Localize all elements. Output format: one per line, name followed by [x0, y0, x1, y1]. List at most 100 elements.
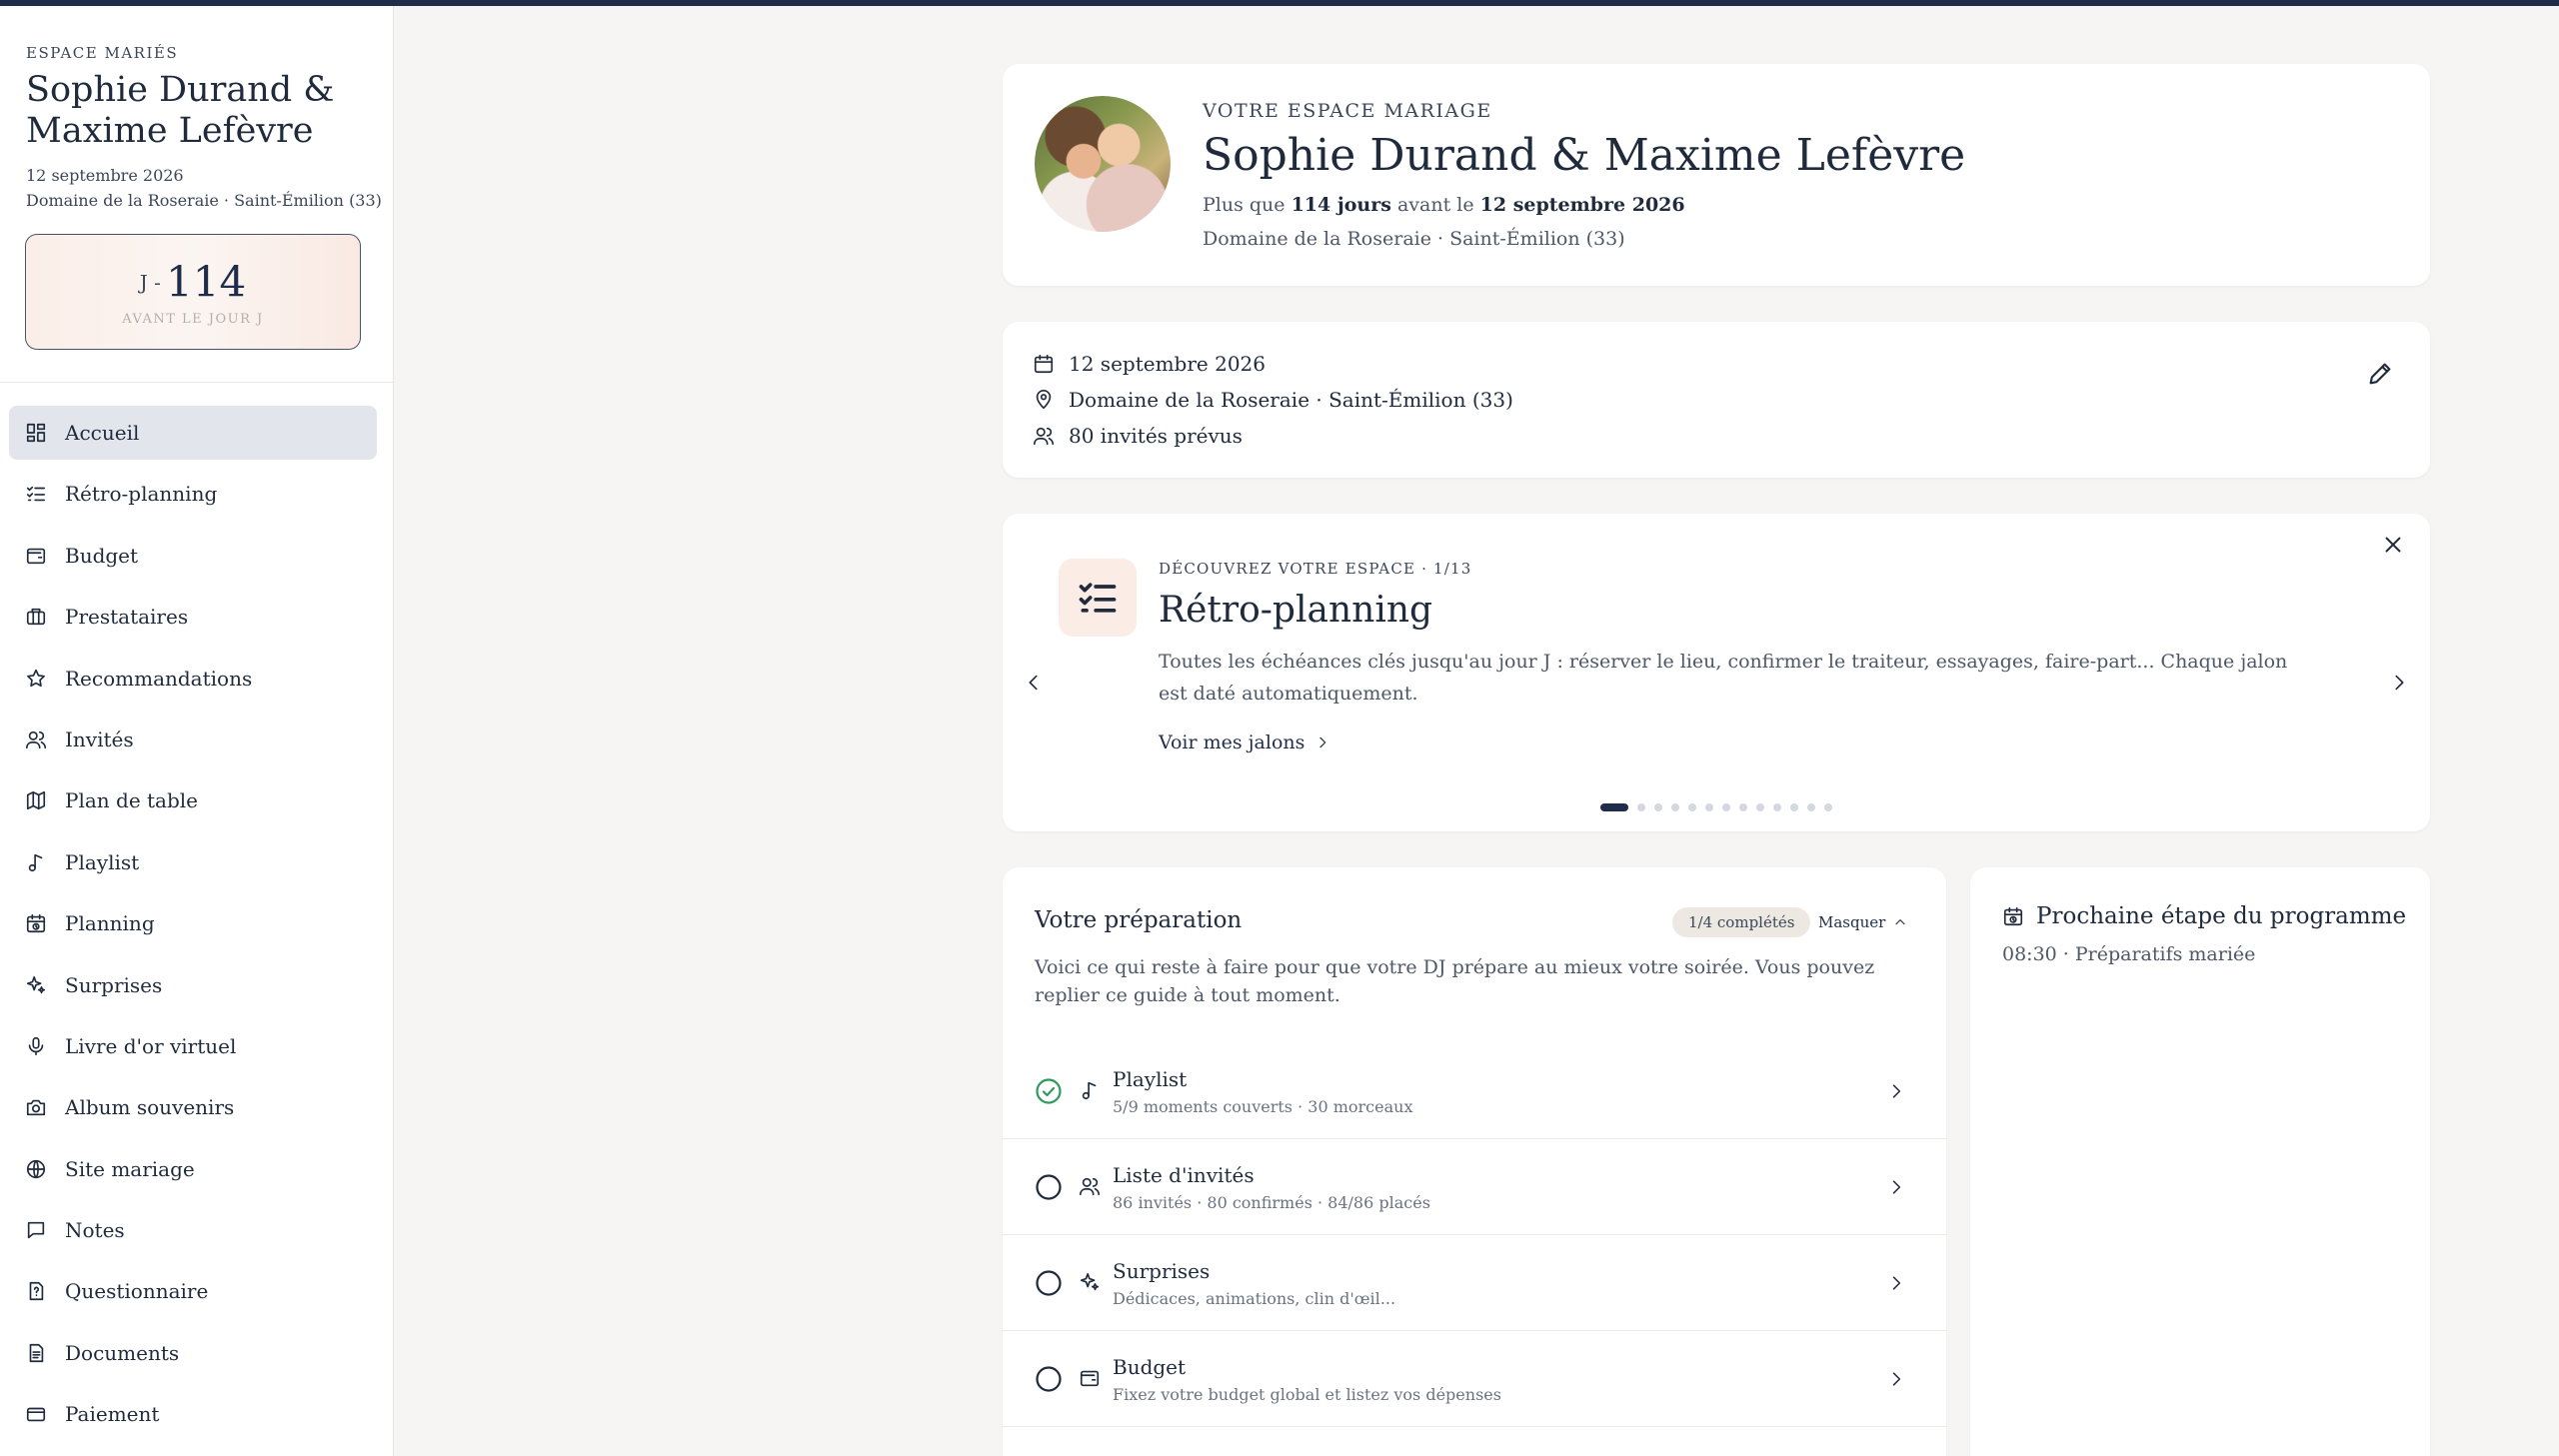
carousel-dot[interactable]: [1739, 803, 1747, 811]
countdown-card: J - 114 AVANT LE JOUR J: [25, 234, 361, 350]
carousel-dot[interactable]: [1654, 803, 1662, 811]
credit-card-icon: [26, 1407, 46, 1422]
hero-kicker: VOTRE ESPACE MARIAGE: [1203, 100, 1492, 122]
carousel-dot[interactable]: [1790, 803, 1798, 811]
carousel-dot[interactable]: [1722, 803, 1730, 811]
empty-circle-icon: [1036, 1174, 1062, 1200]
sidebar-item-label: Site mariage: [65, 1156, 195, 1181]
sidebar-item-questionnaire[interactable]: Questionnaire: [9, 1264, 377, 1318]
carousel-dot[interactable]: [1600, 803, 1628, 811]
checklist-icon: [26, 487, 46, 502]
close-icon[interactable]: [2380, 532, 2406, 558]
sidebar-item-invites[interactable]: Invités: [9, 713, 377, 766]
music-note-icon: [1082, 1081, 1097, 1100]
globe-icon: [26, 1159, 46, 1178]
sidebar-item-documents[interactable]: Documents: [9, 1326, 377, 1380]
prep-item-surprises[interactable]: Surprises Dédicaces, animations, clin d'…: [1003, 1235, 1946, 1331]
sidebar-item-label: Prestataires: [65, 605, 189, 630]
sparkles-icon: [26, 975, 46, 993]
sidebar-item-surprises[interactable]: Surprises: [9, 958, 377, 1012]
prep-item-subtitle: 86 invités · 80 confirmés · 84/86 placés: [1113, 1193, 1430, 1212]
prep-item-title: Liste d'invités: [1113, 1163, 1255, 1187]
star-icon: [27, 669, 45, 687]
info-guests: 80 invités prévus: [1069, 424, 1243, 448]
chevron-right-icon: [1892, 1180, 1901, 1194]
prep-item-subtitle: Fixez votre budget global et listez vos …: [1113, 1385, 1501, 1404]
carousel-dot[interactable]: [1756, 803, 1764, 811]
info-guests-row: 80 invités prévus: [1033, 424, 1243, 448]
sparkles-icon: [1080, 1272, 1100, 1291]
map-icon: [26, 791, 46, 810]
prep-item-playlist[interactable]: Playlist 5/9 moments couverts · 30 morce…: [1003, 1043, 1946, 1139]
sidebar-item-recommandations[interactable]: Recommandations: [9, 652, 377, 706]
chevron-right-icon[interactable]: [2388, 672, 2410, 694]
sidebar-item-label: Plan de table: [65, 788, 199, 813]
hero-days: 114 jours: [1290, 194, 1391, 216]
carousel-dot[interactable]: [1824, 803, 1832, 811]
users-icon: [1034, 427, 1054, 446]
prep-item-title: Budget: [1113, 1355, 1187, 1379]
chevron-up-icon: [1895, 919, 1905, 925]
message-square-icon: [27, 1221, 45, 1239]
next-step-item: 08:30 · Préparatifs mariée: [2002, 943, 2256, 965]
carousel-dot[interactable]: [1688, 803, 1696, 811]
sidebar-item-paiement[interactable]: Paiement: [9, 1387, 377, 1441]
discover-carousel: DÉCOUVREZ VOTRE ESPACE · 1/13 Rétro-plan…: [1003, 514, 2430, 831]
discover-link-label: Voir mes jalons: [1159, 731, 1305, 753]
hero-title: Sophie Durand & Maxime Lefèvre: [1203, 130, 1966, 181]
sidebar-item-accueil[interactable]: Accueil: [9, 406, 377, 460]
sidebar-item-prestataires[interactable]: Prestataires: [9, 590, 377, 644]
wallet-icon: [26, 548, 46, 564]
chevron-left-icon[interactable]: [1023, 672, 1045, 694]
sidebar-item-playlist[interactable]: Playlist: [9, 835, 377, 889]
hero-line-middle: avant le: [1396, 194, 1474, 216]
file-text-icon: [29, 1343, 44, 1362]
prep-item-title: Playlist: [1113, 1067, 1188, 1091]
discover-link[interactable]: Voir mes jalons: [1159, 731, 1330, 753]
hide-guide-button[interactable]: Masquer: [1818, 913, 1907, 931]
wedding-info-card: 12 septembre 2026 Domaine de la Roseraie…: [1003, 322, 2430, 478]
info-date: 12 septembre 2026: [1069, 352, 1267, 376]
prep-item-title: Surprises: [1113, 1259, 1211, 1283]
empty-circle-icon: [1036, 1366, 1062, 1392]
hide-guide-label: Masquer: [1818, 913, 1886, 931]
users-icon: [1080, 1177, 1100, 1196]
sidebar-item-budget[interactable]: Budget: [9, 529, 377, 583]
prep-item-budget[interactable]: Budget Fixez votre budget global et list…: [1003, 1331, 1946, 1427]
checklist-icon: [1079, 583, 1117, 613]
preparation-card: Votre préparation 1/4 complétés Masquer …: [1003, 867, 1946, 1456]
microphone-icon: [28, 1036, 44, 1055]
prep-item-invites[interactable]: Liste d'invités 86 invités · 80 confirmé…: [1003, 1139, 1946, 1235]
carousel-dot[interactable]: [1671, 803, 1679, 811]
chevron-right-icon: [1892, 1372, 1901, 1386]
sidebar-item-retro-planning[interactable]: Rétro-planning: [9, 467, 377, 521]
calendar-clock-icon: [26, 914, 46, 933]
hero-venue: Domaine de la Roseraie · Saint-Émilion (…: [1203, 228, 1625, 250]
sidebar-item-label: Paiement: [65, 1402, 160, 1427]
preparation-title: Votre préparation: [1035, 907, 1243, 933]
discover-kicker: DÉCOUVREZ VOTRE ESPACE · 1/13: [1159, 560, 1472, 578]
sidebar-item-label: Questionnaire: [65, 1279, 209, 1304]
sidebar-item-livre-dor[interactable]: Livre d'or virtuel: [9, 1019, 377, 1073]
prep-item-subtitle: 5/9 moments couverts · 30 morceaux: [1113, 1097, 1413, 1116]
preparation-description: Voici ce qui reste à faire pour que votr…: [1035, 956, 1875, 1006]
info-venue: Domaine de la Roseraie · Saint-Émilion (…: [1069, 388, 1513, 412]
carousel-dot[interactable]: [1637, 803, 1645, 811]
sidebar-item-label: Planning: [65, 911, 155, 936]
countdown-prefix: J -: [139, 270, 161, 295]
next-step-title-row: Prochaine étape du programme: [2002, 903, 2406, 929]
edit-pencil-icon[interactable]: [2366, 360, 2394, 388]
sidebar-item-album[interactable]: Album souvenirs: [9, 1080, 377, 1134]
sidebar-item-site-mariage[interactable]: Site mariage: [9, 1142, 377, 1196]
chevron-right-icon: [1892, 1084, 1901, 1098]
sidebar-item-label: Budget: [65, 543, 139, 568]
completion-badge: 1/4 complétés: [1672, 907, 1811, 937]
carousel-dot[interactable]: [1807, 803, 1815, 811]
help-file-icon: [29, 1282, 44, 1301]
sidebar-item-notes[interactable]: Notes: [9, 1203, 377, 1257]
carousel-dot[interactable]: [1705, 803, 1713, 811]
sidebar-item-plan-de-table[interactable]: Plan de table: [9, 773, 377, 827]
sidebar-item-planning[interactable]: Planning: [9, 896, 377, 950]
discover-feature-icon-box: [1059, 559, 1137, 637]
carousel-dot[interactable]: [1773, 803, 1781, 811]
